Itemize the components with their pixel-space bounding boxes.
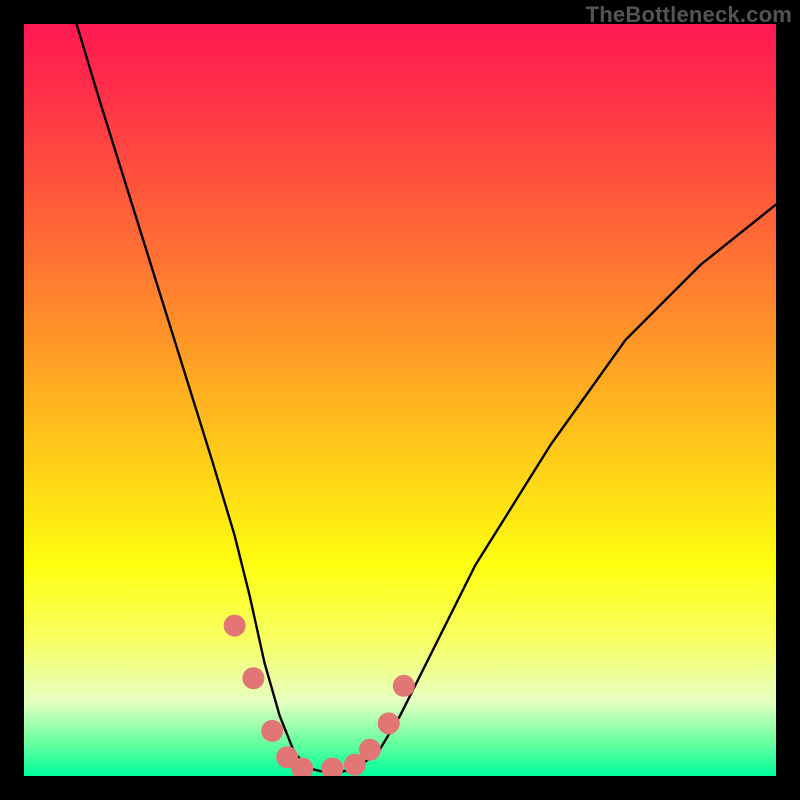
chart-svg [24,24,776,776]
chart-frame: TheBottleneck.com [0,0,800,800]
highlight-marker [359,739,381,761]
highlight-marker [378,712,400,734]
highlight-marker [224,615,246,637]
watermark-text: TheBottleneck.com [586,2,792,28]
highlight-marker [321,758,343,777]
highlight-marker [393,675,415,697]
bottleneck-curve [77,24,776,772]
highlight-marker [242,667,264,689]
curve-layer [77,24,776,772]
highlight-marker [261,720,283,742]
marker-layer [224,615,415,776]
plot-area [24,24,776,776]
